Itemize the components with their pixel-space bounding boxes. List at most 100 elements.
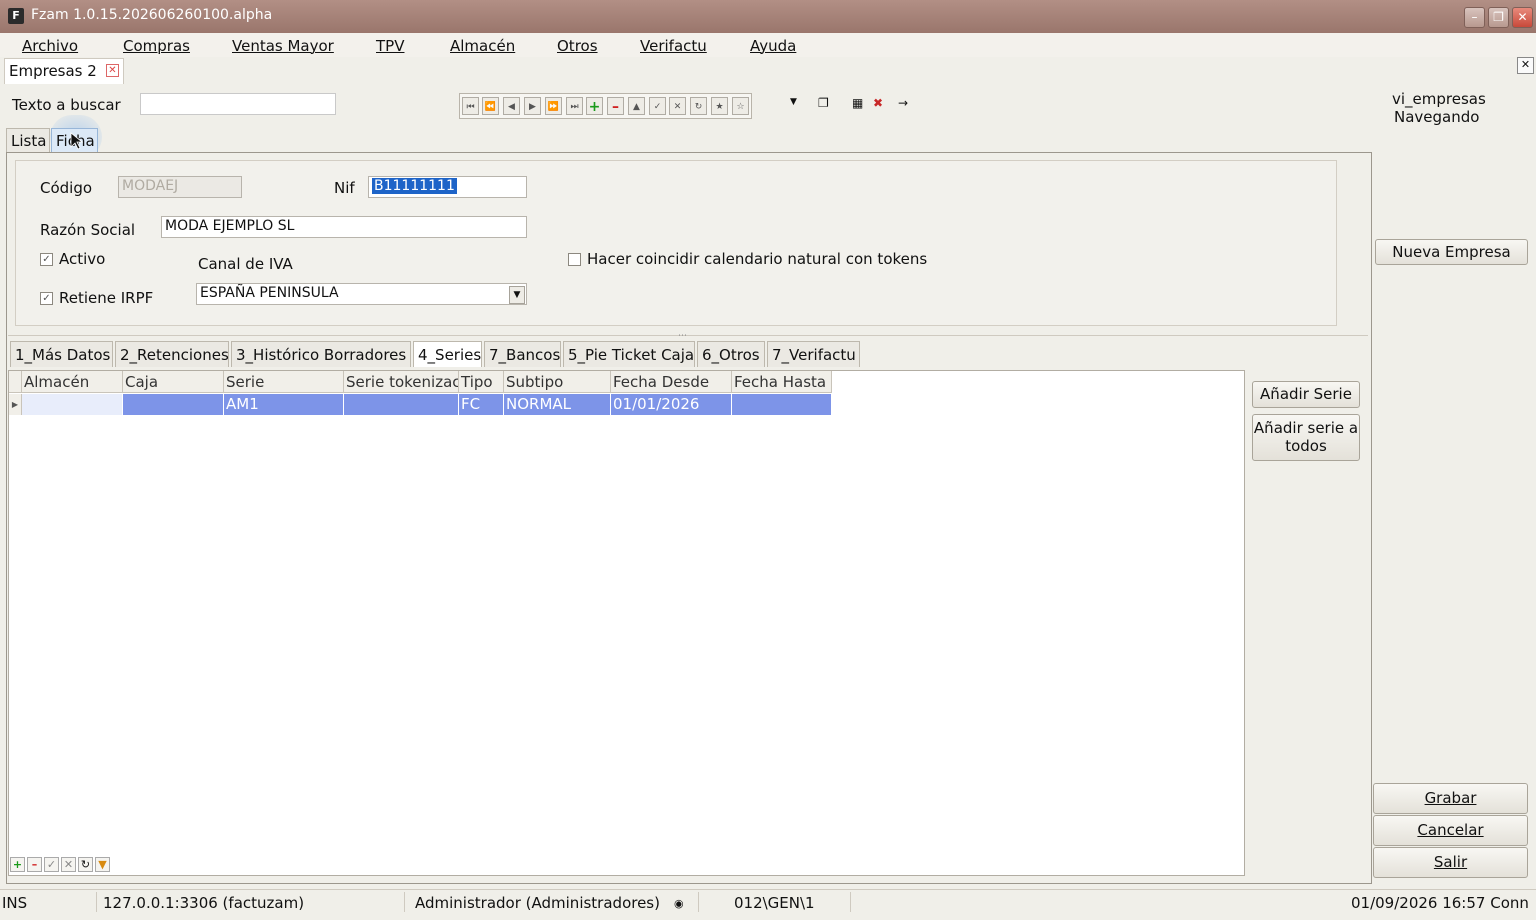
cancel-icon[interactable]: ✕	[669, 97, 686, 115]
refresh-icon[interactable]: ↻	[690, 97, 707, 115]
retiene-irpf-checkbox[interactable]: ✓	[40, 292, 53, 305]
prior-icon[interactable]: ◀	[503, 97, 520, 115]
tab-mas-datos[interactable]: 1_Más Datos	[10, 341, 113, 367]
next-icon[interactable]: ▶	[524, 97, 541, 115]
grid-delete-icon[interactable]: –	[27, 857, 42, 872]
table-cell[interactable]: NORMAL	[504, 394, 611, 415]
first-icon[interactable]: ⏮	[462, 97, 479, 115]
exit-button[interactable]: Salir	[1373, 847, 1528, 878]
delete-layout-icon[interactable]: ✖	[873, 96, 883, 110]
menu-archivo[interactable]: Archivo	[22, 37, 78, 55]
grid-post-icon[interactable]: ✓	[44, 857, 59, 872]
grid-refresh-icon[interactable]: ↻	[78, 857, 93, 872]
dropdown-arrow-icon[interactable]: ▼	[790, 97, 797, 107]
menu-ayuda[interactable]: Ayuda	[750, 37, 796, 55]
chevron-down-icon[interactable]: ▼	[509, 286, 525, 304]
razon-social-field[interactable]: MODA EJEMPLO SL	[161, 216, 527, 238]
activo-checkbox[interactable]: ✓	[40, 253, 53, 266]
table-cell[interactable]: FC	[459, 394, 504, 415]
add-series-button[interactable]: Añadir Serie	[1252, 381, 1360, 408]
tab-series[interactable]: 4_Series	[413, 341, 482, 367]
tab-retenciones[interactable]: 2_Retenciones	[115, 341, 229, 367]
add-series-all-line2: todos	[1285, 437, 1327, 455]
column-header-caja[interactable]: Caja	[123, 371, 224, 393]
table-cell[interactable]	[344, 394, 459, 415]
document-tab[interactable]: Empresas 2 ✕	[4, 58, 124, 84]
table-cell[interactable]: AM1	[224, 394, 344, 415]
column-header-fecha-hasta[interactable]: Fecha Hasta	[732, 371, 832, 393]
tab-lista[interactable]: Lista	[6, 128, 50, 152]
splitter[interactable]: ⋯	[8, 331, 1368, 341]
record-navigator: ⏮ ⏪ ◀ ▶ ⏩ ⏭ + – ▲ ✓ ✕ ↻ ★ ☆	[459, 93, 752, 119]
minimize-icon[interactable]: –	[1464, 7, 1485, 28]
apply-icon[interactable]: ★	[711, 97, 728, 115]
last-icon[interactable]: ⏭	[566, 97, 583, 115]
new-company-button[interactable]: Nueva Empresa	[1375, 239, 1528, 265]
user-status-icon: ◉	[674, 897, 684, 910]
title-bar: F Fzam 1.0.15.202606260100.alpha – ❐ ✕	[0, 0, 1536, 33]
save-layout-icon[interactable]: ▦	[852, 96, 863, 110]
grid-cancel-icon[interactable]: ✕	[61, 857, 76, 872]
menu-tpv[interactable]: TPV	[376, 37, 404, 55]
status-divider	[850, 892, 851, 912]
nif-field[interactable]: B11111111	[368, 176, 527, 198]
menu-ventas-mayor[interactable]: Ventas Mayor	[232, 37, 334, 55]
document-tab-label: Empresas 2	[9, 62, 97, 80]
column-header-fecha-desde[interactable]: Fecha Desde	[611, 371, 732, 393]
close-panel-icon[interactable]: ✕	[1517, 57, 1534, 74]
column-header-serie[interactable]: Serie	[224, 371, 344, 393]
menu-verifactu[interactable]: Verifactu	[640, 37, 707, 55]
column-header-almacen[interactable]: Almacén	[22, 371, 123, 393]
table-cell[interactable]	[22, 394, 123, 415]
status-datetime: 01/09/2026 16:57 Conn	[1351, 894, 1529, 912]
menu-compras[interactable]: Compras	[123, 37, 190, 55]
window-title: Fzam 1.0.15.202606260100.alpha	[31, 7, 273, 23]
tab-historico-borradores[interactable]: 3_Histórico Borradores	[231, 341, 411, 367]
grid-filter-icon[interactable]: ▼	[95, 857, 110, 872]
tab-verifactu[interactable]: 7_Verifactu	[767, 341, 860, 367]
canal-iva-label: Canal de IVA	[198, 255, 293, 273]
column-header-subtipo[interactable]: Subtipo	[504, 371, 611, 393]
splitter-grip-icon: ⋯	[678, 331, 687, 341]
arrow-right-icon[interactable]: →	[898, 96, 908, 110]
menu-almacen[interactable]: Almacén	[450, 37, 515, 55]
add-series-all-button[interactable]: Añadir serie a todos	[1252, 414, 1360, 461]
status-divider	[96, 892, 97, 912]
table-cell[interactable]	[732, 394, 832, 415]
tab-otros[interactable]: 6_Otros	[697, 341, 765, 367]
search-label: Texto a buscar	[12, 96, 121, 114]
insert-icon[interactable]: +	[586, 97, 603, 115]
column-header-tipo[interactable]: Tipo	[459, 371, 504, 393]
prior-page-icon[interactable]: ⏪	[482, 97, 499, 115]
restore-icon[interactable]: ❐	[1488, 7, 1509, 28]
table-cell[interactable]	[123, 394, 224, 415]
next-page-icon[interactable]: ⏩	[545, 97, 562, 115]
status-user: Administrador (Administradores)	[415, 894, 660, 912]
status-divider	[698, 892, 699, 912]
save-button[interactable]: Grabar	[1373, 783, 1528, 814]
hacer-coincidir-checkbox[interactable]	[568, 253, 581, 266]
grid-add-icon[interactable]: +	[10, 857, 25, 872]
copy-icon[interactable]: ❐	[818, 96, 829, 110]
canal-iva-value: ESPAÑA PENINSULA	[200, 285, 339, 301]
tab-pie-ticket-caja[interactable]: 5_Pie Ticket Caja	[563, 341, 695, 367]
menu-bar: Archivo Compras Ventas Mayor TPV Almacén…	[0, 33, 1536, 57]
activo-label: Activo	[59, 250, 106, 268]
column-header-serie-tokenizacion[interactable]: Serie tokenizac	[344, 371, 459, 393]
codigo-field: MODAEJ	[118, 176, 242, 198]
table-cell[interactable]: 01/01/2026	[611, 394, 732, 415]
grid-corner	[9, 371, 22, 393]
edit-icon[interactable]: ▲	[628, 97, 645, 115]
mouse-pointer-icon	[70, 132, 84, 150]
cancel-button[interactable]: Cancelar	[1373, 815, 1528, 846]
close-icon[interactable]: ✕	[1512, 7, 1533, 28]
cancel-updates-icon[interactable]: ☆	[732, 97, 749, 115]
menu-otros[interactable]: Otros	[557, 37, 598, 55]
canal-iva-select[interactable]: ESPAÑA PENINSULA ▼	[196, 283, 527, 305]
post-icon[interactable]: ✓	[649, 97, 666, 115]
delete-icon[interactable]: –	[607, 97, 624, 115]
tab-bancos[interactable]: 7_Bancos	[484, 341, 561, 367]
search-input[interactable]	[140, 93, 336, 115]
close-tab-icon[interactable]: ✕	[106, 64, 119, 77]
status-divider	[404, 892, 405, 912]
